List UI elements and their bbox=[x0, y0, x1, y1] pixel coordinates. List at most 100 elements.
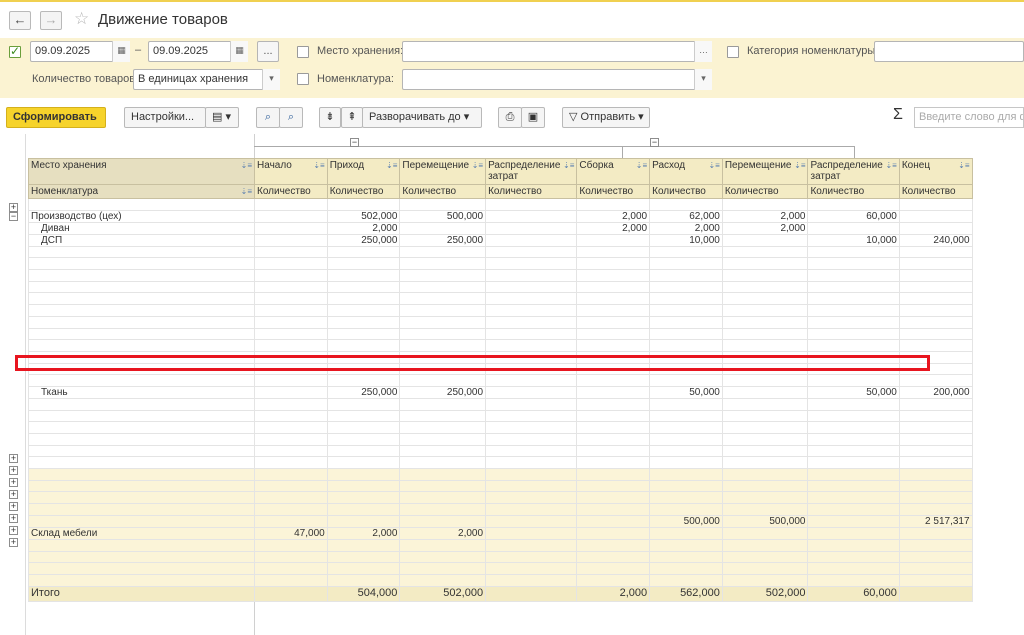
sort-icon[interactable]: ⇣≡ bbox=[708, 160, 719, 171]
storage-field[interactable]: … bbox=[402, 41, 712, 62]
send-dropdown[interactable]: ▽ Отправить ▾ bbox=[562, 107, 650, 128]
column-subheader[interactable]: Количество bbox=[326, 184, 401, 199]
column-subheader[interactable]: Количество bbox=[807, 184, 900, 199]
sort-icon[interactable]: ⇣≡ bbox=[241, 186, 252, 197]
nomenclature-field[interactable]: ▾ bbox=[402, 69, 712, 90]
expand-group-icon[interactable]: + bbox=[9, 454, 18, 463]
table-row[interactable] bbox=[28, 479, 973, 493]
column-header[interactable]: Конец ⇣≡ bbox=[898, 158, 973, 185]
column-subheader[interactable]: Количество bbox=[399, 184, 487, 199]
table-row[interactable] bbox=[28, 397, 973, 411]
calendar-icon[interactable]: ▦ bbox=[230, 41, 248, 62]
table-row[interactable] bbox=[28, 257, 973, 271]
column-header[interactable]: Начало ⇣≡ bbox=[254, 158, 328, 185]
sort-icon[interactable]: ⇣≡ bbox=[794, 160, 805, 171]
table-row[interactable]: Ткань 250,000 250,000 50,000 50,000 200,000 bbox=[28, 385, 973, 399]
generate-button[interactable]: Сформировать bbox=[6, 107, 106, 128]
favorite-star-icon[interactable]: ☆ bbox=[74, 9, 89, 29]
storage-checkbox[interactable] bbox=[297, 46, 309, 58]
nomenclature-checkbox[interactable] bbox=[297, 73, 309, 85]
collapse-column-group-icon[interactable]: − bbox=[650, 138, 659, 147]
table-row[interactable]: Склад мебели 47,000 2,000 2,000 bbox=[28, 526, 973, 540]
category-checkbox[interactable] bbox=[727, 46, 739, 58]
calendar-icon[interactable]: ▦ bbox=[112, 41, 130, 62]
sort-icon[interactable]: ⇣≡ bbox=[636, 160, 647, 171]
sum-icon[interactable]: Σ bbox=[893, 106, 903, 124]
print-button[interactable]: ⎙ bbox=[498, 107, 522, 128]
expand-group-icon[interactable]: + bbox=[9, 538, 18, 547]
expand-group-icon[interactable]: + bbox=[9, 514, 18, 523]
date-from-field[interactable]: 09.09.2025 ▦ bbox=[30, 41, 130, 62]
table-row[interactable] bbox=[28, 468, 973, 481]
forward-button[interactable]: → bbox=[40, 11, 62, 30]
table-row[interactable] bbox=[28, 292, 973, 306]
table-row[interactable] bbox=[28, 491, 973, 505]
column-header[interactable]: Распределение затрат ⇣≡ bbox=[807, 158, 900, 185]
table-row[interactable] bbox=[28, 304, 973, 317]
collapse-column-group-icon[interactable]: − bbox=[350, 138, 359, 147]
column-subheader[interactable]: Количество bbox=[898, 184, 973, 199]
variants-button[interactable]: ▤ ▾ bbox=[205, 107, 239, 128]
search-input[interactable]: Введите слово для фи bbox=[914, 107, 1024, 128]
column-header[interactable]: Перемещение ⇣≡ bbox=[399, 158, 487, 185]
column-subheader[interactable]: Количество bbox=[254, 184, 328, 199]
sort-icon[interactable]: ⇣≡ bbox=[241, 160, 252, 171]
table-row[interactable] bbox=[28, 538, 973, 552]
sort-icon[interactable]: ⇣≡ bbox=[563, 160, 574, 171]
column-subheader[interactable]: Количество bbox=[576, 184, 651, 199]
table-row[interactable]: ДСП 250,000 250,000 10,000 10,000 240,000 bbox=[28, 233, 973, 247]
expand-rows-button[interactable]: ⇟ bbox=[319, 107, 341, 128]
table-row[interactable] bbox=[28, 562, 973, 575]
settings-button[interactable]: Настройки... bbox=[124, 107, 206, 128]
expand-group-icon[interactable]: + bbox=[9, 490, 18, 499]
chevron-down-icon[interactable]: ▾ bbox=[694, 69, 712, 90]
table-row[interactable] bbox=[28, 339, 973, 352]
print-preview-button[interactable]: ▣ bbox=[521, 107, 545, 128]
table-row[interactable] bbox=[28, 315, 973, 329]
category-field[interactable] bbox=[874, 41, 1024, 62]
expand-group-icon[interactable]: + bbox=[9, 466, 18, 475]
expand-group-icon[interactable]: + bbox=[9, 526, 18, 535]
period-checkbox[interactable] bbox=[9, 44, 21, 58]
back-button[interactable]: ← bbox=[9, 11, 31, 30]
column-header[interactable]: Распределение затрат ⇣≡ bbox=[485, 158, 578, 185]
table-row[interactable] bbox=[28, 421, 973, 434]
column-header[interactable]: Место хранения ⇣≡ bbox=[28, 158, 255, 185]
table-row[interactable] bbox=[28, 456, 973, 470]
collapse-group-icon[interactable]: − bbox=[9, 212, 18, 221]
column-header[interactable]: Сборка ⇣≡ bbox=[576, 158, 651, 185]
sort-icon[interactable]: ⇣≡ bbox=[885, 160, 896, 171]
find-next-button[interactable]: ⌕ bbox=[279, 107, 303, 128]
period-select-button[interactable]: ... bbox=[257, 41, 279, 62]
table-row[interactable]: 500,000 500,000 2 517,317 bbox=[28, 514, 973, 528]
sort-icon[interactable]: ⇣≡ bbox=[386, 160, 397, 171]
expand-to-dropdown[interactable]: Разворачивать до ▾ bbox=[362, 107, 482, 128]
chevron-down-icon[interactable]: ▾ bbox=[262, 69, 280, 90]
table-row[interactable] bbox=[28, 573, 973, 587]
column-subheader[interactable]: Количество bbox=[649, 184, 723, 199]
expand-group-icon[interactable]: + bbox=[9, 502, 18, 511]
column-subheader[interactable]: Количество bbox=[721, 184, 809, 199]
column-header[interactable]: Перемещение ⇣≡ bbox=[721, 158, 809, 185]
table-row[interactable] bbox=[28, 409, 973, 423]
column-subheader[interactable]: Номенклатура ⇣≡ bbox=[28, 184, 255, 199]
sort-icon[interactable]: ⇣≡ bbox=[958, 160, 969, 171]
table-row[interactable] bbox=[28, 374, 973, 387]
table-row[interactable] bbox=[28, 550, 973, 564]
table-row[interactable]: Производство (цех) 502,000 500,000 2,000 62,… bbox=[28, 209, 973, 223]
table-row[interactable] bbox=[28, 503, 973, 516]
find-button[interactable]: ⌕ bbox=[256, 107, 280, 128]
sort-icon[interactable]: ⇣≡ bbox=[472, 160, 483, 171]
date-to-field[interactable]: 09.09.2025 ▦ bbox=[148, 41, 248, 62]
column-subheader[interactable]: Количество bbox=[485, 184, 578, 199]
more-icon[interactable]: … bbox=[694, 41, 712, 62]
table-row[interactable] bbox=[28, 269, 973, 282]
table-row[interactable] bbox=[28, 433, 973, 446]
table-row[interactable] bbox=[28, 245, 973, 259]
table-row[interactable] bbox=[28, 327, 973, 341]
qty-select[interactable]: В единицах хранения ▾ bbox=[133, 69, 280, 90]
expand-group-icon[interactable]: + bbox=[9, 478, 18, 487]
sort-icon[interactable]: ⇣≡ bbox=[313, 160, 324, 171]
table-row[interactable] bbox=[28, 198, 973, 211]
column-header[interactable]: Расход ⇣≡ bbox=[649, 158, 723, 185]
